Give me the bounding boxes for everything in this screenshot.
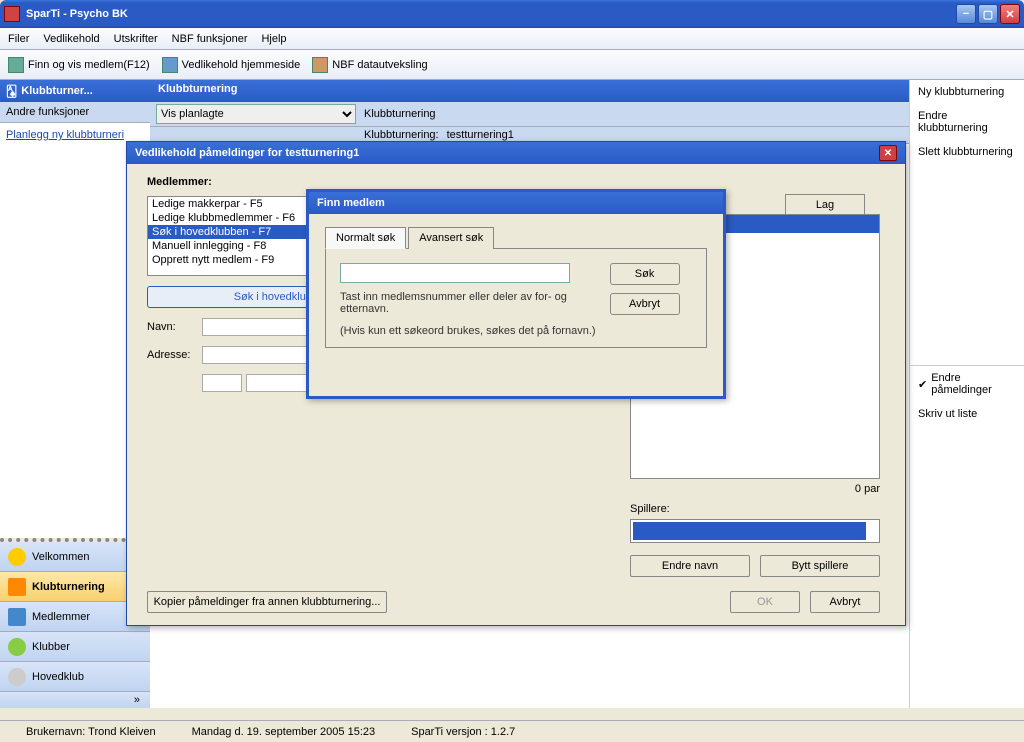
sidebar-header: 🂡Klubbturner... <box>0 80 150 102</box>
bytt-spillere-button[interactable]: Bytt spillere <box>760 555 880 577</box>
person-icon <box>8 57 24 73</box>
close-button[interactable]: ✕ <box>1000 4 1020 24</box>
tab-normalt-sok[interactable]: Normalt søk <box>325 227 406 249</box>
sidebar-subheader: Andre funksjoner <box>0 102 150 123</box>
postal-input[interactable] <box>202 374 242 392</box>
smiley-icon <box>8 548 26 566</box>
menubar: Filer Vedlikehold Utskrifter NBF funksjo… <box>0 28 1024 50</box>
avbryt-button[interactable]: Avbryt <box>610 293 680 315</box>
toolbar-vedlikehold[interactable]: Vedlikehold hjemmeside <box>162 57 301 73</box>
window-title: SparTi - Psycho BK <box>26 8 956 20</box>
action-slett-klubbturnering[interactable]: Slett klubbturnering <box>910 140 1024 164</box>
spillere-label: Spillere: <box>630 503 880 515</box>
tab-avansert-sok[interactable]: Avansert søk <box>408 227 494 249</box>
app-icon <box>4 6 20 22</box>
endre-navn-button[interactable]: Endre navn <box>630 555 750 577</box>
menu-utskrifter[interactable]: Utskrifter <box>114 33 158 45</box>
cards-icon <box>8 578 26 596</box>
grid-icon <box>162 57 178 73</box>
center-header: Klubbturnering <box>150 80 909 102</box>
dialog1-close-button[interactable]: ✕ <box>879 145 897 161</box>
adresse-label: Adresse: <box>147 349 202 361</box>
action-endre-pameldinger[interactable]: ✔Endre påmeldinger <box>910 366 1024 402</box>
statusbar: Brukernavn: Trond Kleiven Mandag d. 19. … <box>0 720 1024 742</box>
status-user: Brukernavn: Trond Kleiven <box>8 726 174 738</box>
list-item[interactable]: Ledige makkerpar - F5 <box>148 197 306 211</box>
ok-button[interactable]: OK <box>730 591 800 613</box>
nav-klubber[interactable]: Klubber <box>0 632 150 662</box>
navn-label: Navn: <box>147 321 202 333</box>
maximize-button[interactable]: ▢ <box>978 4 998 24</box>
action-endre-klubbturnering[interactable]: Endre klubbturnering <box>910 104 1024 140</box>
list-item[interactable]: Manuell innlegging - F8 <box>148 239 306 253</box>
home-icon <box>8 668 26 686</box>
nav-expand[interactable]: » <box>0 692 150 708</box>
toolbar-nbf[interactable]: NBF datautveksling <box>312 57 427 73</box>
lag-button[interactable]: Lag <box>785 194 865 216</box>
toolbar: Finn og vis medlem(F12) Vedlikehold hjem… <box>0 50 1024 80</box>
check-icon: ✔ <box>918 378 927 391</box>
search-input[interactable] <box>340 263 570 283</box>
right-panel-lower: ✔Endre påmeldinger Skriv ut liste <box>909 365 1024 700</box>
vis-dropdown[interactable]: Vis planlagte <box>156 104 356 124</box>
minimize-button[interactable]: − <box>956 4 976 24</box>
turnering-value: testturnering1 <box>447 129 514 141</box>
action-ny-klubbturnering[interactable]: Ny klubbturnering <box>910 80 1024 104</box>
par-count: 0 par <box>630 483 880 495</box>
menu-nbf[interactable]: NBF funksjoner <box>172 33 248 45</box>
list-item[interactable]: Søk i hovedklubben - F7 <box>148 225 306 239</box>
status-version: SparTi versjon : 1.2.7 <box>393 726 533 738</box>
list-item[interactable]: Ledige klubbmedlemmer - F6 <box>148 211 306 225</box>
menu-vedlikehold[interactable]: Vedlikehold <box>43 33 99 45</box>
toolbar-finn-medlem[interactable]: Finn og vis medlem(F12) <box>8 57 150 73</box>
nav-hovedklub[interactable]: Hovedklub <box>0 662 150 692</box>
medlemmer-label: Medlemmer: <box>147 176 885 188</box>
sok-button[interactable]: Søk <box>610 263 680 285</box>
list-item[interactable]: Opprett nytt medlem - F9 <box>148 253 306 267</box>
people-icon <box>8 638 26 656</box>
medlemmer-listbox[interactable]: Ledige makkerpar - F5 Ledige klubbmedlem… <box>147 196 307 276</box>
spillere-box[interactable] <box>630 519 880 543</box>
menu-hjelp[interactable]: Hjelp <box>261 33 286 45</box>
dialog2-titlebar: Finn medlem <box>309 192 723 214</box>
exchange-icon <box>312 57 328 73</box>
window-titlebar: SparTi - Psycho BK − ▢ ✕ <box>0 0 1024 28</box>
list-icon <box>8 608 26 626</box>
turnering-label: Klubbturnering: <box>364 129 439 141</box>
search-hint2: (Hvis kun ett søkeord brukes, søkes det … <box>340 325 596 337</box>
action-skriv-ut[interactable]: Skriv ut liste <box>910 402 1024 426</box>
status-date: Mandag d. 19. september 2005 15:23 <box>174 726 393 738</box>
menu-filer[interactable]: Filer <box>8 33 29 45</box>
avbryt-button[interactable]: Avbryt <box>810 591 880 613</box>
dialog1-titlebar: Vedlikehold påmeldinger for testturnerin… <box>127 142 905 164</box>
kopier-button[interactable]: Kopier påmeldinger fra annen klubbturner… <box>147 591 387 613</box>
dialog-finn-medlem: Finn medlem Normalt søk Avansert søk Tas… <box>306 189 726 399</box>
center-label: Klubbturnering <box>364 108 436 120</box>
search-hint1: Tast inn medlemsnummer eller deler av fo… <box>340 291 570 315</box>
cards-icon: 🂡 <box>6 85 17 98</box>
